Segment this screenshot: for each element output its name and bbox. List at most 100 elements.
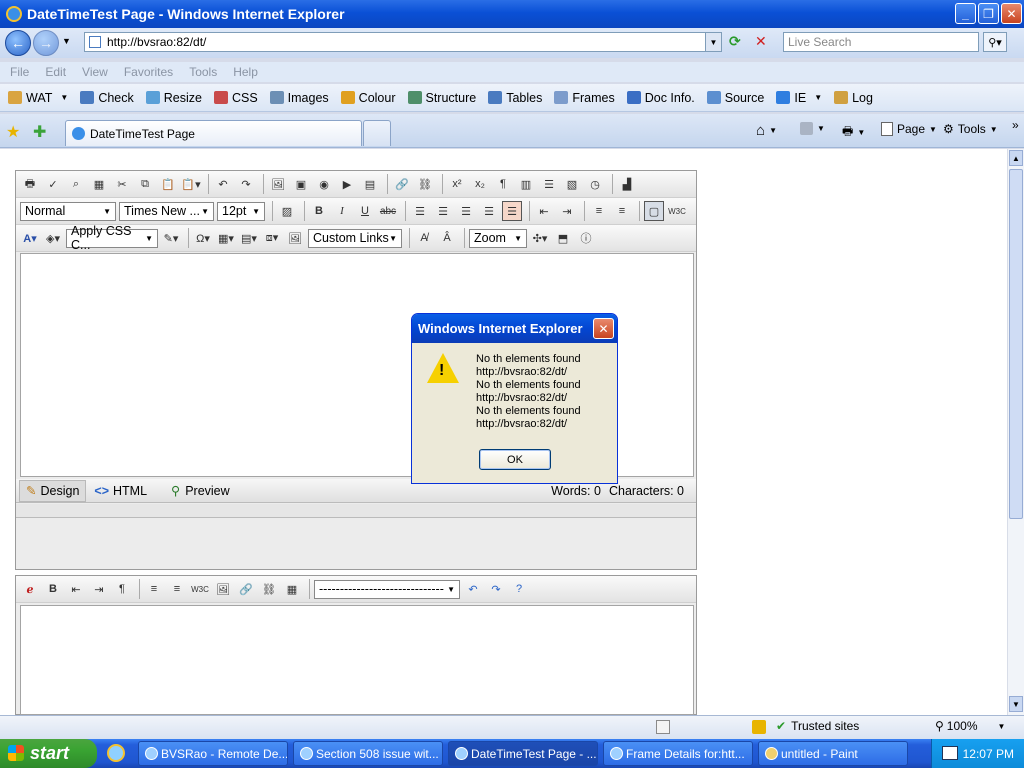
wat-structure-button[interactable]: Structure [407, 91, 476, 105]
design-mode-tab[interactable]: ✎ Design [19, 479, 87, 502]
forward-button[interactable]: → [33, 30, 59, 56]
paragraph-icon[interactable]: ¶ [493, 174, 513, 194]
network-icon[interactable] [942, 746, 958, 760]
add-favorite-icon[interactable]: ✚ [33, 122, 46, 142]
dialog-close-button[interactable]: ✕ [593, 318, 614, 339]
unordered-list-icon[interactable]: ≡ [167, 579, 187, 599]
unlink-icon[interactable]: ⛓ [415, 174, 435, 194]
menu-favorites[interactable]: Favorites [124, 65, 173, 79]
outdent-icon[interactable]: ⇤ [534, 201, 554, 221]
taskbar-frame-details[interactable]: Frame Details for:htt... [603, 741, 753, 766]
clear-style-icon[interactable]: Â [437, 228, 457, 248]
align-right-icon[interactable]: ☰ [456, 201, 476, 221]
wat-colour-button[interactable]: Colour [340, 91, 396, 105]
cut-icon[interactable]: ✂ [112, 174, 132, 194]
w3c-validate-icon[interactable]: W3C [190, 579, 210, 599]
insert-image-icon[interactable]: 🖼 [268, 174, 288, 194]
insert-image-icon[interactable]: 🖼 [213, 579, 233, 599]
print-button[interactable]: 🖶 ▼ [842, 122, 865, 143]
search-input[interactable]: Live Search [783, 32, 979, 52]
security-zone[interactable]: ✔ Trusted sites [776, 719, 859, 733]
scroll-thumb[interactable] [1009, 169, 1023, 519]
document-icon[interactable]: ▤ [360, 174, 380, 194]
spellcheck-icon[interactable]: ✓ [43, 174, 63, 194]
clock-icon[interactable]: ◷ [585, 174, 605, 194]
wat-tables-button[interactable]: Tables [488, 91, 542, 105]
modules-icon[interactable]: ✣▾ [530, 228, 550, 248]
redo-icon[interactable]: ↷ [486, 579, 506, 599]
stop-icon[interactable]: ✕ [755, 33, 775, 52]
insert-table-icon[interactable]: ▦▾ [216, 228, 236, 248]
ordered-list-icon[interactable]: ≡ [589, 201, 609, 221]
snippet-icon[interactable]: ⧈▾ [262, 228, 282, 248]
wat-images-button[interactable]: Images [269, 91, 329, 105]
flash-icon[interactable]: ◉ [314, 174, 334, 194]
new-tab-button[interactable] [363, 120, 391, 146]
image-manager-icon[interactable]: 🖼 [285, 228, 305, 248]
taskbar-remote-desktop[interactable]: BVSRao - Remote De... [138, 741, 288, 766]
page-menu[interactable]: Page ▼ [881, 122, 937, 136]
format-painter-icon[interactable]: ✎▾ [161, 228, 181, 248]
indent-icon[interactable]: ⇥ [557, 201, 577, 221]
zoom-dropdown[interactable]: Zoom ▼ [469, 228, 527, 248]
paste-special-icon[interactable]: 📋▾ [181, 174, 201, 194]
html-mode-tab[interactable]: <> HTML [86, 484, 155, 498]
ok-button[interactable]: OK [479, 449, 551, 470]
scroll-down-button[interactable]: ▼ [1009, 696, 1023, 712]
special-char-icon[interactable]: Ω▾ [193, 228, 213, 248]
wat-doc-info-button[interactable]: Doc Info. [626, 91, 695, 105]
indent-icon[interactable]: ⇥ [89, 579, 109, 599]
secondary-content-area[interactable] [20, 605, 694, 715]
unordered-list-icon[interactable]: ≡ [612, 201, 632, 221]
back-button[interactable]: ← [5, 30, 31, 56]
link-icon[interactable]: 🔗 [236, 579, 256, 599]
paste-icon[interactable]: 📋 [158, 174, 178, 194]
media-icon[interactable]: ▶ [337, 174, 357, 194]
italic-icon[interactable]: I [332, 201, 352, 221]
template-icon[interactable]: ▧ [562, 174, 582, 194]
w3c-validate-icon[interactable]: W3C [667, 201, 687, 221]
font-name-dropdown[interactable]: Times New ... ▼ [119, 201, 214, 221]
copy-icon[interactable]: ⧉ [135, 174, 155, 194]
undo-icon[interactable]: ↶ [463, 579, 483, 599]
toolbar-chevron-icon[interactable]: » [1012, 118, 1019, 132]
minimize-button[interactable]: _ [955, 3, 976, 24]
wat-frames-button[interactable]: Frames [554, 91, 615, 105]
wat-wat-button[interactable]: WAT ▼ [8, 91, 68, 105]
help-icon[interactable]: ? [509, 579, 529, 599]
quicklaunch-ie-icon[interactable] [107, 744, 125, 762]
scroll-up-button[interactable]: ▲ [1009, 150, 1023, 166]
wat-ie-button[interactable]: IE ▼ [776, 91, 822, 105]
home-button[interactable]: ⌂ ▼ [756, 122, 777, 139]
wat-resize-button[interactable]: Resize [145, 91, 202, 105]
menu-help[interactable]: Help [233, 65, 258, 79]
close-window-button[interactable]: ✕ [1001, 3, 1022, 24]
form-icon[interactable]: ▤▾ [239, 228, 259, 248]
subscript-icon[interactable]: x₂ [470, 174, 490, 194]
undo-icon[interactable]: ↶ [213, 174, 233, 194]
zoom-control[interactable]: ⚲ 100% ▼ [935, 719, 1005, 733]
strikethrough-icon[interactable]: abc [378, 201, 398, 221]
insert-table-icon[interactable]: ▦ [282, 579, 302, 599]
redo-icon[interactable]: ↷ [236, 174, 256, 194]
search-button[interactable]: ⚲▾ [983, 32, 1007, 52]
superscript-icon[interactable]: x² [447, 174, 467, 194]
align-none-icon[interactable]: ☰ [502, 201, 522, 221]
address-dropdown-icon[interactable]: ▼ [705, 33, 721, 51]
vertical-scrollbar[interactable]: ▲ ▼ [1007, 149, 1024, 715]
start-button[interactable]: start [0, 739, 97, 768]
history-dropdown-icon[interactable]: ▼ [62, 36, 71, 46]
preview-mode-tab[interactable]: ⚲ Preview [163, 483, 238, 499]
address-bar[interactable]: http://bvsrao:82/dt/ ▼ [84, 32, 722, 52]
underline-icon[interactable]: U [355, 201, 375, 221]
accessibility-icon[interactable]: ⬒ [553, 228, 573, 248]
image-map-icon[interactable]: ▣ [291, 174, 311, 194]
outdent-icon[interactable]: ⇤ [66, 579, 86, 599]
format-brush-icon[interactable]: ▟ [617, 174, 637, 194]
tools-menu[interactable]: ⚙ Tools ▼ [943, 122, 998, 136]
align-left-icon[interactable]: ☰ [410, 201, 430, 221]
paragraph-format-dropdown[interactable]: Normal ▼ [20, 201, 116, 221]
align-icon[interactable]: ☰ [539, 174, 559, 194]
feeds-button[interactable]: ▼ [800, 122, 825, 135]
wat-log-button[interactable]: Log [834, 91, 873, 105]
